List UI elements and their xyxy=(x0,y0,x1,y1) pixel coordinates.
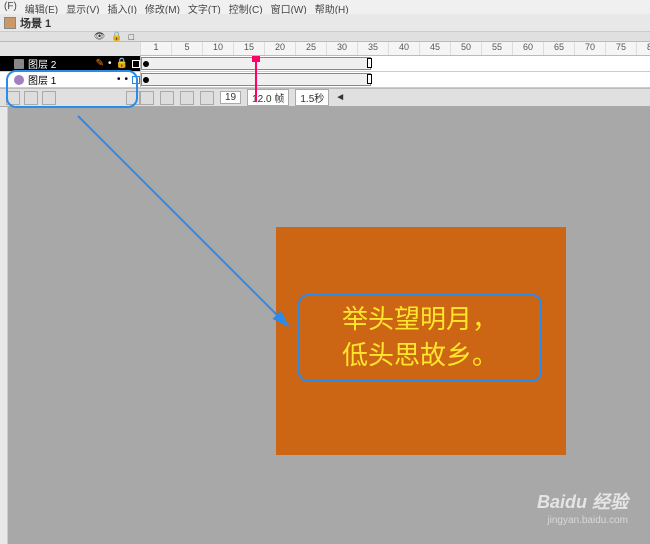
tick: 80 xyxy=(636,42,650,55)
lock-column-icon[interactable]: 🔒 xyxy=(111,31,122,42)
layer-name: 图层 1 xyxy=(28,72,56,87)
scene-icon xyxy=(4,17,16,29)
stage-shape[interactable]: 举头望明月，低头思故乡。 xyxy=(276,227,566,455)
tick: 50 xyxy=(450,42,481,55)
onion-outline-button[interactable] xyxy=(160,91,174,105)
onion-skin-button[interactable] xyxy=(140,91,154,105)
layer-row[interactable]: 图层 1 • • xyxy=(0,72,650,88)
side-toolbar[interactable] xyxy=(0,107,8,544)
layer-icon xyxy=(14,75,24,85)
pencil-icon: ✎ xyxy=(96,58,104,69)
menubar[interactable]: (F) 编辑(E) 显示(V) 插入(I) 修改(M) 文字(T) 控制(C) … xyxy=(0,0,650,14)
tick: 65 xyxy=(543,42,574,55)
watermark: Baidu 经验 xyxy=(537,488,628,514)
endframe[interactable] xyxy=(367,58,372,68)
tick: 20 xyxy=(264,42,295,55)
keyframe[interactable] xyxy=(143,61,149,67)
timeline-panel: 👁 🔒 □ 1 5 10 15 20 25 30 35 40 45 50 55 … xyxy=(0,32,650,107)
eye-icon[interactable]: 👁 xyxy=(94,31,105,42)
text-frame[interactable]: 举头望明月，低头思故乡。 xyxy=(298,294,542,382)
menu-item[interactable]: 文字(T) xyxy=(188,1,221,13)
menu-item[interactable]: 显示(V) xyxy=(66,1,99,13)
lock-icon[interactable]: 🔒 xyxy=(116,58,128,69)
add-guide-button[interactable] xyxy=(24,91,38,105)
current-frame: 19 xyxy=(220,91,241,104)
tick: 70 xyxy=(574,42,605,55)
tick: 30 xyxy=(326,42,357,55)
layer-name: 图层 2 xyxy=(28,56,56,71)
modify-markers-button[interactable] xyxy=(200,91,214,105)
layer-row[interactable]: 图层 2 ✎ • 🔒 xyxy=(0,56,650,72)
outline-box[interactable] xyxy=(132,60,140,68)
tick: 15 xyxy=(233,42,264,55)
scene-title: 场景 1 xyxy=(20,15,51,31)
layers-list: 图层 2 ✎ • 🔒 图层 1 • • xyxy=(0,56,650,88)
tick: 35 xyxy=(357,42,388,55)
endframe[interactable] xyxy=(367,74,372,84)
playhead[interactable] xyxy=(255,58,257,102)
timeline-ruler[interactable]: 1 5 10 15 20 25 30 35 40 45 50 55 60 65 … xyxy=(140,42,650,56)
menu-item[interactable]: 插入(I) xyxy=(107,1,136,13)
menu-item[interactable]: 编辑(E) xyxy=(25,1,58,13)
tick: 45 xyxy=(419,42,450,55)
menu-item[interactable]: 窗口(W) xyxy=(271,1,307,13)
tick: 75 xyxy=(605,42,636,55)
menu-item[interactable]: 帮助(H) xyxy=(315,1,349,13)
watermark-sub: jingyan.baidu.com xyxy=(547,515,628,526)
layer-tools: 19 12.0 帧 1.5秒 ◄ xyxy=(0,88,650,106)
time-display: 1.5秒 xyxy=(295,89,329,106)
tick: 10 xyxy=(202,42,233,55)
tick: 5 xyxy=(171,42,202,55)
canvas-area[interactable]: 举头望明月，低头思故乡。 Baidu 经验 jingyan.baidu.com xyxy=(8,107,650,544)
scene-bar: 场景 1 xyxy=(0,14,650,32)
outline-column-icon[interactable]: □ xyxy=(129,32,134,42)
add-layer-button[interactable] xyxy=(6,91,20,105)
stage-text: 举头望明月，低头思故乡。 xyxy=(342,302,498,375)
add-folder-button[interactable] xyxy=(42,91,56,105)
keyframe[interactable] xyxy=(143,77,149,83)
tick: 1 xyxy=(140,42,171,55)
menu-item[interactable]: (F) xyxy=(4,1,17,13)
menu-item[interactable]: 修改(M) xyxy=(145,1,180,13)
fps-display: 12.0 帧 xyxy=(247,89,289,106)
lock-dot[interactable]: • xyxy=(124,74,128,85)
tick: 25 xyxy=(295,42,326,55)
layer-header: 👁 🔒 □ xyxy=(0,32,650,42)
visibility-dot[interactable]: • xyxy=(117,74,121,85)
workspace: 举头望明月，低头思故乡。 Baidu 经验 jingyan.baidu.com xyxy=(0,107,650,544)
tick: 55 xyxy=(481,42,512,55)
edit-multiple-button[interactable] xyxy=(180,91,194,105)
layer-frames[interactable] xyxy=(140,56,650,71)
tick: 60 xyxy=(512,42,543,55)
tick: 40 xyxy=(388,42,419,55)
menu-item[interactable]: 控制(C) xyxy=(229,1,263,13)
outline-box[interactable] xyxy=(132,76,140,84)
layer-icon xyxy=(14,59,24,69)
scroll-left-button[interactable]: ◄ xyxy=(335,92,345,103)
layer-frames[interactable] xyxy=(140,72,650,87)
delete-layer-button[interactable] xyxy=(126,91,140,105)
visibility-dot[interactable]: • xyxy=(108,58,112,69)
